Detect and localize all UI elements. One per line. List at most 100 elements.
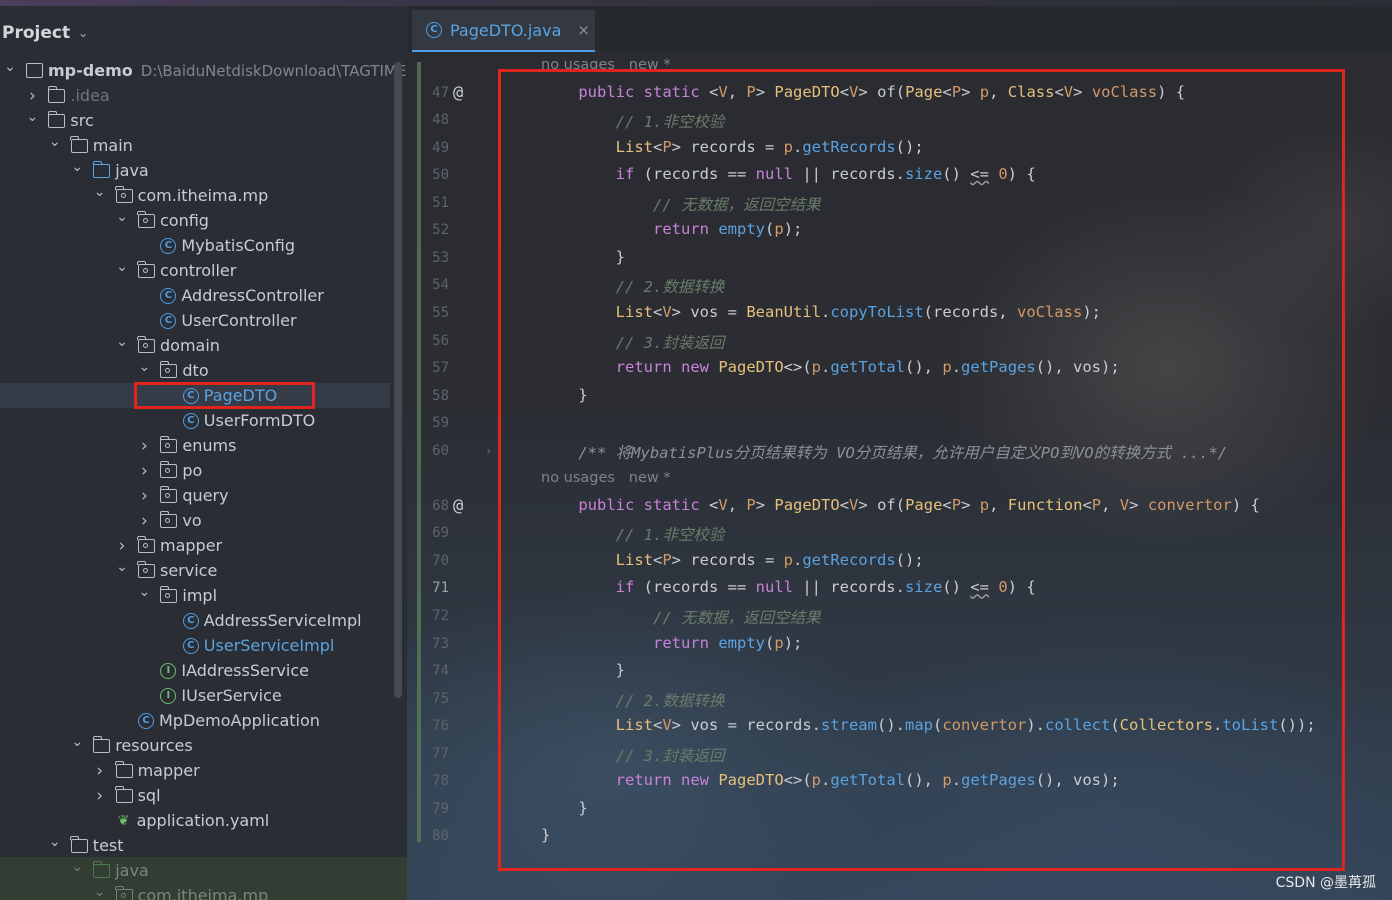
- chevron-right-icon[interactable]: ›: [138, 486, 150, 506]
- tree-item-usercontroller[interactable]: ›CUserController: [0, 308, 407, 333]
- package-icon: [137, 210, 155, 228]
- tree-item-label: sql: [137, 786, 161, 805]
- chevron-down-icon[interactable]: ⌄: [71, 159, 83, 175]
- tree-item-addresscontroller[interactable]: ›CAddressController: [0, 283, 407, 308]
- tree-item-userserviceimpl[interactable]: ›CUserServiceImpl: [0, 633, 407, 658]
- tree-item-label: AddressServiceImpl: [203, 611, 362, 630]
- tree-item-sql[interactable]: › sql: [0, 783, 407, 808]
- line-number: 71: [432, 580, 449, 597]
- spring-app-icon: C: [138, 712, 154, 729]
- folder-icon: [47, 110, 66, 128]
- chevron-down-icon[interactable]: ⌄: [116, 259, 128, 275]
- tree-item-src[interactable]: ⌄ src: [0, 108, 407, 133]
- tab-pagedto[interactable]: C PageDTO.java ×: [412, 10, 595, 52]
- tree-item-application-yaml[interactable]: ›❦application.yaml: [0, 808, 407, 833]
- tree-item-label: domain: [160, 336, 220, 355]
- tree-item--idea[interactable]: › .idea: [0, 83, 407, 108]
- line-number: 57: [432, 360, 449, 377]
- tree-item-label: IAddressService: [181, 661, 309, 680]
- tree-item-resources[interactable]: ⌄ resources: [0, 733, 407, 758]
- chevron-down-icon[interactable]: ⌄: [138, 584, 151, 600]
- chevron-right-icon[interactable]: ›: [116, 536, 128, 556]
- tree-item-java[interactable]: ⌄ java: [0, 158, 407, 183]
- tree-item-mybatisconfig[interactable]: ›CMybatisConfig: [0, 233, 407, 258]
- chevron-right-icon[interactable]: ›: [94, 786, 106, 806]
- close-icon[interactable]: ×: [577, 21, 590, 39]
- test-folder-highlight: [0, 857, 407, 900]
- yaml-leaf-icon: ❦: [117, 812, 130, 829]
- chevron-down-icon[interactable]: ⌄: [49, 134, 61, 150]
- package-icon: [137, 535, 155, 553]
- interface-icon: I: [160, 687, 177, 704]
- line-number: 80: [432, 828, 449, 845]
- tree-item-query[interactable]: › query: [0, 483, 407, 508]
- chevron-down-icon[interactable]: ⌄: [26, 109, 39, 125]
- tree-item-controller[interactable]: ⌄ controller: [0, 258, 407, 283]
- tree-item-label: MybatisConfig: [181, 236, 296, 255]
- tree-item-config[interactable]: ⌄ config: [0, 208, 407, 233]
- tree-item-label: application.yaml: [136, 811, 270, 830]
- chevron-right-icon[interactable]: ›: [26, 86, 38, 106]
- chevron-down-icon[interactable]: ⌄: [78, 26, 88, 40]
- folder-icon: [70, 135, 88, 153]
- chevron-right-icon[interactable]: ›: [94, 761, 106, 781]
- chevron-down-icon[interactable]: ⌄: [4, 59, 16, 75]
- tree-item-mp-demo[interactable]: ⌄ mp-demo D:\BaiduNetdiskDownload\TAGTIME: [0, 58, 407, 83]
- tree-item-userformdto[interactable]: ›CUserFormDTO: [0, 408, 407, 433]
- tree-item-mapper[interactable]: › mapper: [0, 758, 407, 783]
- tree-item-enums[interactable]: › enums: [0, 433, 407, 458]
- project-scrollbar[interactable]: [394, 62, 402, 698]
- chevron-down-icon[interactable]: ⌄: [71, 734, 83, 750]
- package-icon: [159, 360, 178, 378]
- tree-item-com-itheima-mp[interactable]: ⌄ com.itheima.mp: [0, 183, 407, 208]
- tree-item-test[interactable]: ⌄ test: [0, 833, 407, 858]
- tree-item-label: test: [92, 836, 124, 855]
- override-gutter-icon[interactable]: @: [453, 83, 463, 103]
- tree-item-addressserviceimpl[interactable]: ›CAddressServiceImpl: [0, 608, 407, 633]
- class-icon: C: [160, 287, 177, 304]
- package-icon: [159, 485, 178, 503]
- tree-item-service[interactable]: ⌄ service: [0, 558, 407, 583]
- line-number: 53: [432, 249, 449, 266]
- chevron-right-icon[interactable]: ›: [138, 511, 150, 531]
- tree-item-label: vo: [182, 511, 202, 530]
- folder-icon: [114, 760, 133, 778]
- package-icon: [159, 460, 178, 478]
- chevron-right-icon[interactable]: ›: [138, 461, 150, 481]
- tree-item-vo[interactable]: › vo: [0, 508, 407, 533]
- tree-item-main[interactable]: ⌄ main: [0, 133, 407, 158]
- tree-item-impl[interactable]: ⌄ impl: [0, 583, 407, 608]
- line-number: 52: [432, 222, 449, 239]
- chevron-down-icon[interactable]: ⌄: [94, 184, 106, 200]
- tree-item-label: po: [182, 461, 203, 480]
- project-panel-header[interactable]: Project ⌄: [0, 20, 88, 46]
- override-gutter-icon[interactable]: @: [453, 496, 463, 516]
- tree-item-po[interactable]: › po: [0, 458, 407, 483]
- tree-item-iuserservice[interactable]: ›IIUserService: [0, 683, 407, 708]
- resources-folder-icon: [92, 735, 111, 753]
- tree-item-label: controller: [160, 261, 237, 280]
- tree-item-label: UserController: [181, 311, 297, 330]
- fold-chevron-icon[interactable]: ›: [485, 444, 492, 458]
- project-panel: Project ⌄ ⌄ mp-demo D:\BaiduNetdiskDownloa…: [0, 6, 408, 900]
- chevron-right-icon[interactable]: ›: [138, 436, 150, 456]
- tree-item-label: service: [160, 561, 218, 580]
- tree-item-label: dto: [182, 361, 209, 380]
- tree-item-mapper[interactable]: › mapper: [0, 533, 407, 558]
- tree-item-domain[interactable]: ⌄ domain: [0, 333, 407, 358]
- tree-item-iaddressservice[interactable]: ›IIAddressService: [0, 658, 407, 683]
- chevron-down-icon[interactable]: ⌄: [116, 559, 128, 575]
- tree-item-label: mp-demo: [48, 61, 133, 80]
- chevron-down-icon[interactable]: ⌄: [138, 359, 151, 375]
- package-icon: [114, 185, 133, 203]
- tree-item-label: impl: [182, 586, 218, 605]
- tree-item-label: config: [160, 211, 209, 230]
- class-icon: C: [182, 637, 199, 654]
- chevron-down-icon[interactable]: ⌄: [116, 209, 128, 225]
- chevron-down-icon[interactable]: ⌄: [116, 334, 128, 350]
- tree-item-mpdemoapplication[interactable]: ›CMpDemoApplication: [0, 708, 407, 733]
- tree-item-dto[interactable]: ⌄ dto: [0, 358, 407, 383]
- chevron-down-icon[interactable]: ⌄: [49, 834, 61, 850]
- line-number: 70: [432, 552, 449, 569]
- folder-icon: [47, 85, 66, 103]
